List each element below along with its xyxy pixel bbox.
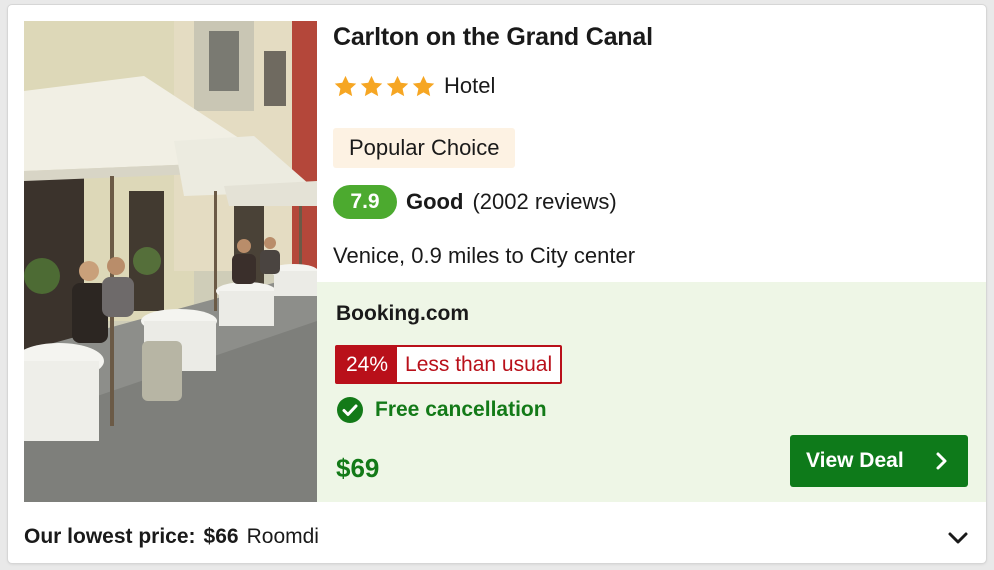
score-badge: 7.9 <box>333 185 397 219</box>
hotel-photo-image <box>24 21 317 502</box>
rating-word: Good <box>406 189 464 214</box>
view-deal-label: View Deal <box>806 449 904 472</box>
chevron-right-icon <box>931 451 951 471</box>
lowest-price-row[interactable]: Our lowest price: $66 Roomdi <box>24 521 970 553</box>
lowest-price-label: Our lowest price: <box>24 525 196 548</box>
deal-price: $69 <box>336 453 380 483</box>
popular-choice-badge: Popular Choice <box>333 128 516 168</box>
star-icon <box>385 74 410 99</box>
hotel-type: Hotel <box>444 73 496 98</box>
free-cancellation: Free cancellation <box>336 396 547 424</box>
chevron-down-icon[interactable] <box>946 526 970 550</box>
star-icon <box>359 74 384 99</box>
deal-provider: Booking.com <box>336 302 470 325</box>
review-count: (2002 reviews) <box>472 189 617 214</box>
deal-panel[interactable]: Booking.com 24% Less than usual Free can… <box>317 282 986 502</box>
hotel-photo[interactable] <box>24 21 317 502</box>
hotel-location: Venice, 0.9 miles to City center <box>333 243 636 268</box>
free-cancellation-label: Free cancellation <box>375 398 547 421</box>
view-deal-button[interactable]: View Deal <box>790 435 968 487</box>
discount-percent: 24% <box>337 347 398 382</box>
hotel-name[interactable]: Carlton on the Grand Canal <box>333 23 653 52</box>
discount-text: Less than usual <box>405 353 553 376</box>
discount-badge: 24% Less than usual <box>335 345 563 384</box>
star-icon <box>411 74 436 99</box>
review-rating[interactable]: 7.9 Good (2002 reviews) <box>333 185 617 219</box>
check-circle-icon <box>336 396 364 424</box>
lowest-price-value: $66 <box>203 525 239 548</box>
hotel-card: Carlton on the Grand Canal Hotel Popular… <box>8 5 986 563</box>
lowest-price-provider: Roomdi <box>246 525 319 548</box>
star-icon <box>333 74 358 99</box>
star-rating: Hotel <box>333 73 495 99</box>
